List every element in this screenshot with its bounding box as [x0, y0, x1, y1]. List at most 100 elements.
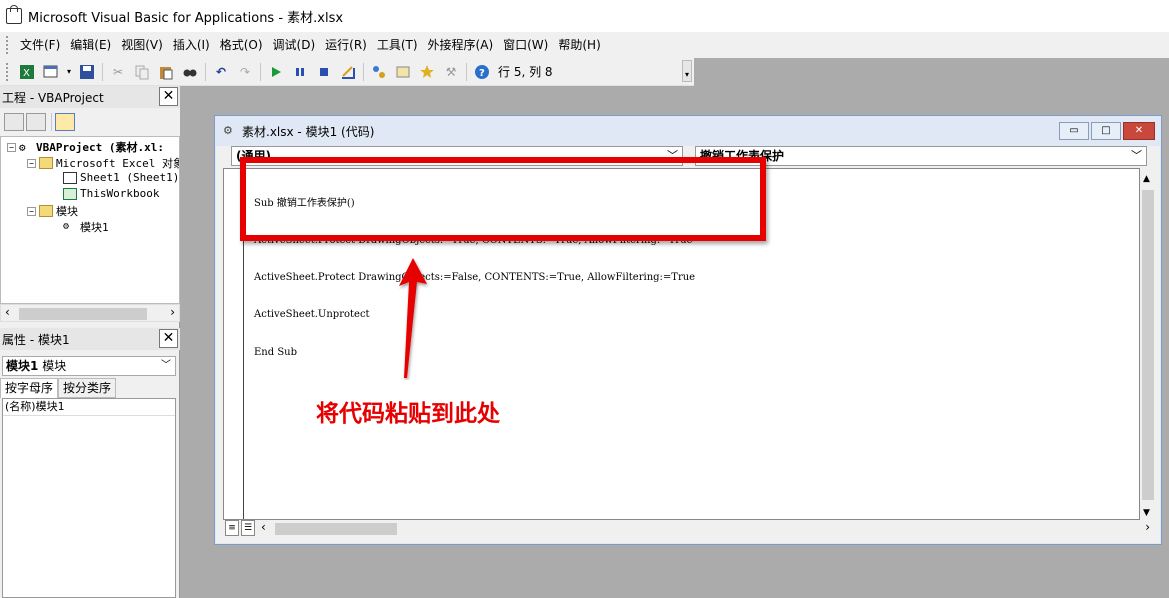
insert-userform-icon[interactable]: [41, 62, 61, 82]
properties-grid: (名称)模块1: [2, 398, 176, 598]
menu-addins[interactable]: 外接程序(A): [423, 32, 499, 58]
tree-node-sheet1[interactable]: Sheet1 (Sheet1): [63, 171, 179, 184]
code-line: ActiveSheet.Unprotect: [254, 309, 370, 321]
tree-node-module1[interactable]: ⚙ 模块1: [63, 219, 109, 235]
code-vscrollbar[interactable]: ▲ ▼: [1140, 168, 1156, 520]
close-icon[interactable]: ✕: [159, 87, 178, 106]
project-tree-hscrollbar[interactable]: ‹ ›: [0, 304, 180, 322]
code-line: ActiveSheet.Protect DrawingObjects:=Fals…: [254, 272, 696, 284]
tree-node-thisworkbook[interactable]: ThisWorkbook: [63, 187, 159, 200]
tab-categorized[interactable]: 按分类序: [58, 378, 117, 398]
tree-label: Sheet1 (Sheet1): [80, 171, 180, 184]
svg-text:X: X: [23, 68, 30, 79]
property-value: 模块1: [35, 400, 65, 413]
collapse-icon[interactable]: −: [7, 142, 16, 152]
menu-help[interactable]: 帮助(H): [553, 32, 605, 58]
project-tree: − ⚙ VBAProject (素材.xl: − Microsoft Excel…: [0, 136, 180, 304]
save-icon[interactable]: [77, 62, 97, 82]
property-row[interactable]: (名称)模块1: [3, 399, 175, 416]
tree-node-excel-objects[interactable]: − Microsoft Excel 对象: [27, 155, 180, 171]
project-explorer-icon[interactable]: [369, 62, 389, 82]
menu-format[interactable]: 格式(O): [215, 32, 268, 58]
module-icon: ⚙: [223, 124, 233, 137]
properties-tabs: 按字母序 按分类序: [0, 378, 117, 398]
window-controls: ▭ □ ✕: [1057, 122, 1155, 140]
toolbar-separator: [466, 62, 467, 81]
code-window-title: 素材.xlsx - 模块1 (代码): [242, 124, 375, 139]
reset-icon[interactable]: [314, 62, 334, 82]
project-pane-toolbar: [0, 108, 180, 136]
toolbar-grip[interactable]: [6, 62, 9, 81]
cut-icon[interactable]: ✂: [108, 62, 128, 82]
properties-icon[interactable]: [393, 62, 413, 82]
toolbox-icon[interactable]: ⚒: [441, 62, 461, 82]
undo-icon[interactable]: ↶: [211, 62, 231, 82]
properties-object-select[interactable]: 模块1 模块 ﹀: [2, 356, 176, 376]
code-hscrollbar[interactable]: ≡ ☰ ‹ ›: [223, 520, 1156, 538]
vba-project-icon: ⚙: [19, 141, 26, 154]
design-mode-icon[interactable]: [338, 62, 358, 82]
object-type: 模块: [42, 359, 67, 373]
scroll-thumb[interactable]: [275, 523, 397, 535]
dropdown-arrow-icon[interactable]: ▾: [65, 62, 73, 82]
menu-window[interactable]: 窗口(W): [498, 32, 553, 58]
full-module-view-icon[interactable]: ☰: [241, 520, 255, 536]
object-name: 模块1: [6, 359, 39, 373]
scroll-thumb[interactable]: [1142, 190, 1154, 500]
excel-icon[interactable]: X: [17, 62, 37, 82]
tab-alphabetic[interactable]: 按字母序: [0, 378, 59, 398]
toolbar-separator: [205, 62, 206, 81]
folder-icon: [39, 157, 53, 169]
scroll-left-icon[interactable]: ‹: [5, 305, 10, 319]
toolbar-options-icon[interactable]: ▾: [682, 60, 692, 82]
paste-icon[interactable]: [156, 62, 176, 82]
tree-label: 模块: [56, 205, 78, 218]
tree-node-vbaproject[interactable]: − ⚙ VBAProject (素材.xl:: [7, 139, 164, 155]
menu-edit[interactable]: 编辑(E): [65, 32, 116, 58]
scroll-up-icon[interactable]: ▲: [1143, 174, 1150, 184]
collapse-icon[interactable]: −: [27, 206, 36, 216]
tree-label: Microsoft Excel 对象: [56, 157, 180, 170]
scroll-down-icon[interactable]: ▼: [1143, 508, 1150, 518]
menu-file[interactable]: 文件(F): [15, 32, 65, 58]
run-icon[interactable]: [266, 62, 286, 82]
code-window-titlebar[interactable]: ⚙ 素材.xlsx - 模块1 (代码) ▭ □ ✕: [215, 116, 1161, 146]
chevron-down-icon[interactable]: ﹀: [1131, 147, 1142, 165]
window-title: Microsoft Visual Basic for Applications …: [28, 10, 344, 26]
toggle-folders-icon[interactable]: [55, 113, 75, 131]
tree-label: VBAProject (素材.xl:: [36, 141, 164, 154]
properties-pane-title: 属性 - 模块1 ✕: [0, 328, 180, 350]
standard-toolbar: X ▾ ✂ ↶ ↷ ⚒ ? 行 5, 列 8 ▾: [0, 58, 694, 86]
red-arrow-icon: [399, 258, 427, 378]
view-code-icon[interactable]: [4, 113, 24, 131]
worksheet-icon: [63, 171, 77, 184]
collapse-icon[interactable]: −: [27, 158, 36, 168]
menu-tools[interactable]: 工具(T): [372, 32, 423, 58]
help-icon[interactable]: ?: [472, 62, 492, 82]
module-icon: ⚙: [63, 221, 70, 232]
redo-icon[interactable]: ↷: [235, 62, 255, 82]
find-icon[interactable]: [180, 62, 200, 82]
scroll-right-icon[interactable]: ›: [1145, 520, 1150, 534]
scroll-right-icon[interactable]: ›: [170, 305, 175, 319]
menu-view[interactable]: 视图(V): [116, 32, 168, 58]
procedure-view-icon[interactable]: ≡: [225, 520, 239, 536]
maximize-button[interactable]: □: [1091, 122, 1121, 140]
menu-debug[interactable]: 调试(D): [268, 32, 321, 58]
scroll-left-icon[interactable]: ‹: [261, 520, 266, 534]
close-icon[interactable]: ✕: [159, 329, 178, 348]
object-browser-icon[interactable]: [417, 62, 437, 82]
toolbar-separator: [260, 62, 261, 81]
toolbar-separator: [363, 62, 364, 81]
menubar-grip[interactable]: [6, 36, 9, 54]
view-object-icon[interactable]: [26, 113, 46, 131]
copy-icon[interactable]: [132, 62, 152, 82]
menu-insert[interactable]: 插入(I): [168, 32, 215, 58]
chevron-down-icon[interactable]: ﹀: [161, 357, 171, 375]
minimize-button[interactable]: ▭: [1059, 122, 1089, 140]
menu-run[interactable]: 运行(R): [320, 32, 372, 58]
break-icon[interactable]: [290, 62, 310, 82]
tree-node-modules[interactable]: − 模块: [27, 203, 78, 219]
scroll-thumb[interactable]: [19, 308, 147, 320]
close-button[interactable]: ✕: [1123, 122, 1155, 140]
